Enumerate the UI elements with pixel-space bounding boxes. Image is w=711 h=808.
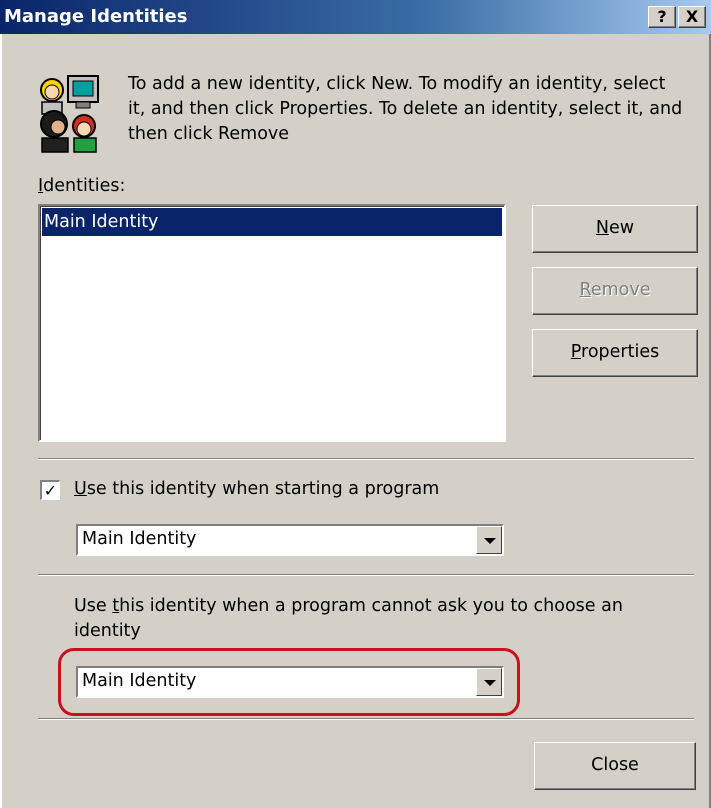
new-button[interactable]: New: [532, 205, 698, 253]
use-at-startup-checkbox[interactable]: ✓: [40, 480, 60, 500]
chevron-down-icon[interactable]: [476, 526, 502, 554]
remove-button-label: emove: [590, 280, 651, 300]
identities-label: Identities:: [38, 176, 125, 196]
properties-button-label: roperties: [581, 342, 660, 362]
close-button[interactable]: Close: [534, 742, 696, 790]
remove-button[interactable]: Remove: [532, 267, 698, 315]
default-identity-label-pre: Use: [74, 596, 113, 616]
close-window-button[interactable]: X: [678, 6, 706, 28]
title-bar: Manage Identities ? X: [0, 0, 711, 34]
chevron-down-icon[interactable]: [476, 668, 502, 696]
separator: [38, 458, 694, 460]
properties-button-mnemonic: P: [570, 342, 582, 362]
manage-identities-dialog: Manage Identities ? X To add a new ident…: [0, 0, 711, 808]
new-button-mnemonic: N: [595, 218, 609, 238]
list-item[interactable]: Main Identity: [42, 208, 502, 236]
properties-button[interactable]: Properties: [532, 329, 698, 377]
separator: [38, 574, 694, 576]
default-identity-value: Main Identity: [82, 671, 197, 691]
help-button[interactable]: ?: [648, 6, 676, 28]
startup-identity-dropdown[interactable]: Main Identity: [76, 524, 504, 556]
default-identity-label-text: his identity when a program cannot ask y…: [74, 596, 623, 641]
identities-list[interactable]: Main Identity: [38, 204, 506, 442]
intro-text: To add a new identity, click New. To mod…: [128, 74, 683, 144]
window-left-border: [0, 34, 2, 808]
startup-identity-value: Main Identity: [82, 529, 197, 549]
new-button-label: ew: [609, 218, 635, 238]
use-at-startup-label: Use this identity when starting a progra…: [74, 479, 439, 499]
identities-people-icon: [40, 75, 99, 153]
identities-label-text: dentities:: [43, 176, 126, 196]
separator: [38, 718, 694, 720]
window-title: Manage Identities: [4, 6, 188, 27]
remove-button-mnemonic: R: [579, 280, 591, 300]
use-at-startup-text: se this identity when starting a program: [86, 479, 440, 499]
use-at-startup-mnemonic: U: [74, 479, 87, 499]
default-identity-label: Use this identity when a program cannot …: [74, 594, 684, 644]
default-identity-dropdown[interactable]: Main Identity: [76, 666, 504, 698]
